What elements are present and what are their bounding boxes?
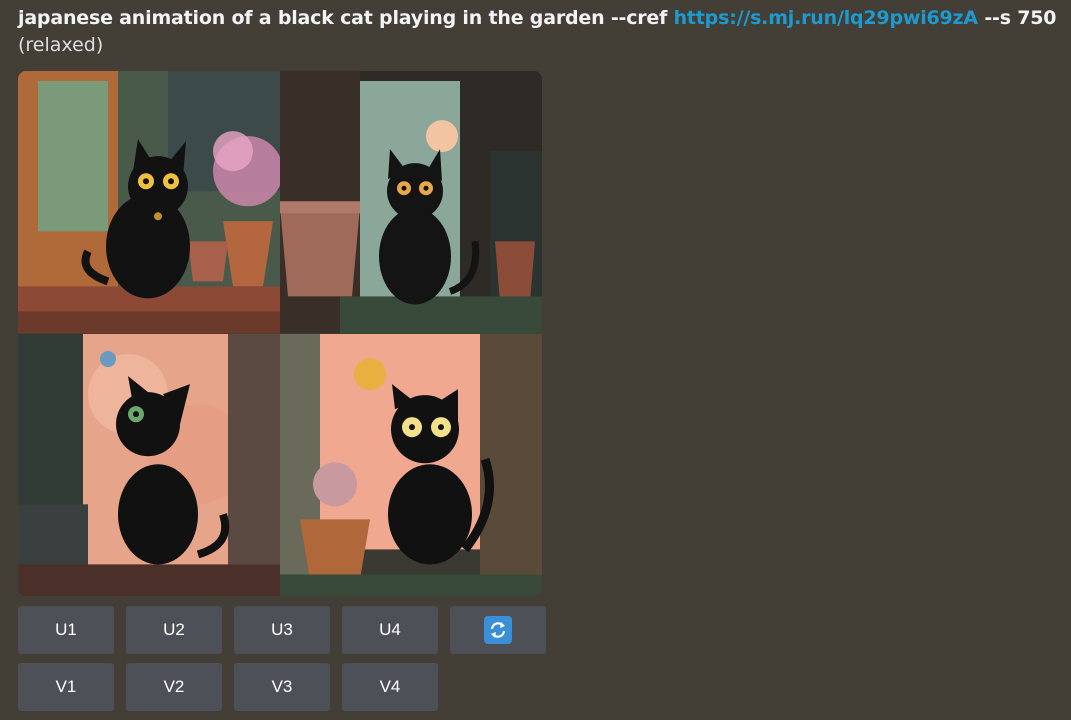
cat-image-2[interactable] xyxy=(280,71,542,334)
variation-button-2[interactable]: V2 xyxy=(126,663,222,711)
variation-button-3[interactable]: V3 xyxy=(234,663,330,711)
upscale-button-4[interactable]: U4 xyxy=(342,606,438,654)
refresh-icon xyxy=(484,616,512,644)
upscale-row: U1 U2 U3 U4 xyxy=(18,606,546,654)
prompt-text: japanese animation of a black cat playin… xyxy=(18,7,674,29)
cat-image-3[interactable] xyxy=(18,333,280,596)
prompt-suffix: --s 750 xyxy=(977,7,1057,29)
variation-row: V1 V2 V3 V4 xyxy=(18,663,546,711)
variation-button-1[interactable]: V1 xyxy=(18,663,114,711)
cat-image-1[interactable] xyxy=(18,71,280,334)
reroll-button[interactable] xyxy=(450,606,546,654)
action-buttons: U1 U2 U3 U4 V1 V2 V3 V4 xyxy=(18,606,546,720)
upscale-button-3[interactable]: U3 xyxy=(234,606,330,654)
upscale-button-2[interactable]: U2 xyxy=(126,606,222,654)
message: japanese animation of a black cat playin… xyxy=(18,4,1071,58)
cat-image-4[interactable] xyxy=(280,333,542,596)
prompt-link[interactable]: https://s.mj.run/lq29pwi69zA xyxy=(674,7,979,29)
prompt-line: japanese animation of a black cat playin… xyxy=(18,4,1071,32)
mode-label: (relaxed) xyxy=(18,34,104,56)
upscale-button-1[interactable]: U1 xyxy=(18,606,114,654)
image-grid[interactable] xyxy=(18,71,542,596)
variation-button-4[interactable]: V4 xyxy=(342,663,438,711)
